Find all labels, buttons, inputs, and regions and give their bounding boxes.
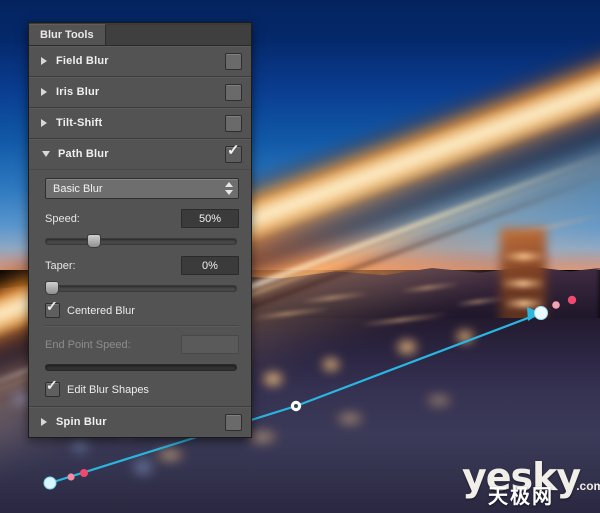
- tab-blur-tools[interactable]: Blur Tools: [29, 24, 106, 45]
- blur-type-select[interactable]: Basic Blur: [45, 178, 239, 199]
- triangle-right-icon[interactable]: [41, 57, 47, 65]
- path-blur-body: Basic Blur Speed: 50% Taper: 0% ✓ Center…: [29, 170, 251, 407]
- blur-path-segment[interactable]: [295, 311, 542, 408]
- checkmark-icon: ✓: [227, 141, 240, 159]
- section-label-spin-blur: Spin Blur: [56, 416, 107, 428]
- taper-field-row: Taper: 0%: [45, 256, 239, 275]
- checkbox-spin-blur[interactable]: [225, 413, 242, 431]
- screenshot-canvas: Blur Tools Field Blur Iris Blur Tilt-Shi…: [0, 0, 600, 513]
- chevron-down-icon: [225, 190, 233, 195]
- blur-shape-dot[interactable]: [552, 301, 560, 309]
- checkbox-edit-blur-shapes[interactable]: ✓: [45, 377, 60, 397]
- triangle-right-icon[interactable]: [41, 119, 47, 127]
- tab-bar-filler: [105, 25, 251, 45]
- centered-blur-row[interactable]: ✓ Centered Blur: [45, 298, 239, 318]
- section-label-tilt-shift: Tilt-Shift: [56, 117, 103, 129]
- section-header-field-blur[interactable]: Field Blur: [29, 46, 251, 77]
- checkbox-tilt-shift[interactable]: [225, 114, 242, 132]
- watermark-suffix: .com: [576, 479, 600, 493]
- checkbox-centered-blur[interactable]: ✓: [45, 298, 60, 318]
- section-header-spin-blur[interactable]: Spin Blur: [29, 407, 251, 437]
- blur-shape-dot[interactable]: [80, 469, 88, 477]
- taper-slider[interactable]: [45, 280, 239, 295]
- watermark-chinese: 天极网: [488, 484, 554, 508]
- edit-blur-shapes-row[interactable]: ✓ Edit Blur Shapes: [45, 377, 239, 397]
- triangle-right-icon[interactable]: [41, 418, 47, 426]
- blur-shape-dot[interactable]: [567, 295, 577, 305]
- blur-tools-panel[interactable]: Blur Tools Field Blur Iris Blur Tilt-Shi…: [28, 22, 252, 438]
- path-end-point-start[interactable]: [43, 476, 57, 490]
- panel-tab-bar: Blur Tools: [29, 23, 251, 46]
- end-point-speed-slider: [45, 359, 239, 373]
- blur-type-value: Basic Blur: [53, 182, 103, 195]
- taper-slider-thumb[interactable]: [45, 281, 59, 295]
- taper-value-input[interactable]: 0%: [181, 256, 239, 275]
- taper-slider-track[interactable]: [45, 285, 237, 292]
- blur-shape-dot[interactable]: [67, 473, 75, 481]
- checkmark-icon: ✓: [46, 298, 58, 314]
- end-point-speed-label: End Point Speed:: [45, 338, 131, 351]
- path-anchor-point-center: [294, 404, 298, 408]
- section-header-iris-blur[interactable]: Iris Blur: [29, 77, 251, 108]
- speed-field-row: Speed: 50%: [45, 209, 239, 228]
- path-end-point-finish[interactable]: [534, 306, 548, 320]
- chevron-up-icon: [225, 182, 233, 187]
- checkbox-path-blur[interactable]: ✓: [225, 141, 242, 163]
- checkbox-field-blur[interactable]: [225, 52, 242, 70]
- edit-blur-shapes-label: Edit Blur Shapes: [67, 383, 149, 396]
- end-point-speed-track: [45, 364, 237, 371]
- section-label-field-blur: Field Blur: [56, 55, 109, 67]
- speed-label: Speed:: [45, 212, 80, 225]
- triangle-right-icon[interactable]: [41, 88, 47, 96]
- stepper-arrows-icon[interactable]: [225, 182, 233, 195]
- speed-slider-thumb[interactable]: [87, 234, 101, 248]
- checkmark-icon: ✓: [46, 377, 58, 393]
- speed-slider-track[interactable]: [45, 238, 237, 245]
- section-header-path-blur[interactable]: Path Blur ✓: [29, 139, 251, 170]
- end-point-speed-input[interactable]: [181, 335, 239, 354]
- end-point-speed-row: End Point Speed:: [45, 335, 239, 354]
- watermark: yesky.com 天极网: [462, 458, 600, 510]
- triangle-down-icon[interactable]: [42, 151, 50, 157]
- speed-slider[interactable]: [45, 233, 239, 248]
- speed-value-input[interactable]: 50%: [181, 209, 239, 228]
- section-divider: [45, 325, 239, 327]
- centered-blur-label: Centered Blur: [67, 304, 135, 317]
- section-label-path-blur: Path Blur: [58, 148, 109, 160]
- taper-label: Taper:: [45, 259, 76, 272]
- section-header-tilt-shift[interactable]: Tilt-Shift: [29, 108, 251, 139]
- section-label-iris-blur: Iris Blur: [56, 86, 100, 98]
- checkbox-iris-blur[interactable]: [225, 83, 242, 101]
